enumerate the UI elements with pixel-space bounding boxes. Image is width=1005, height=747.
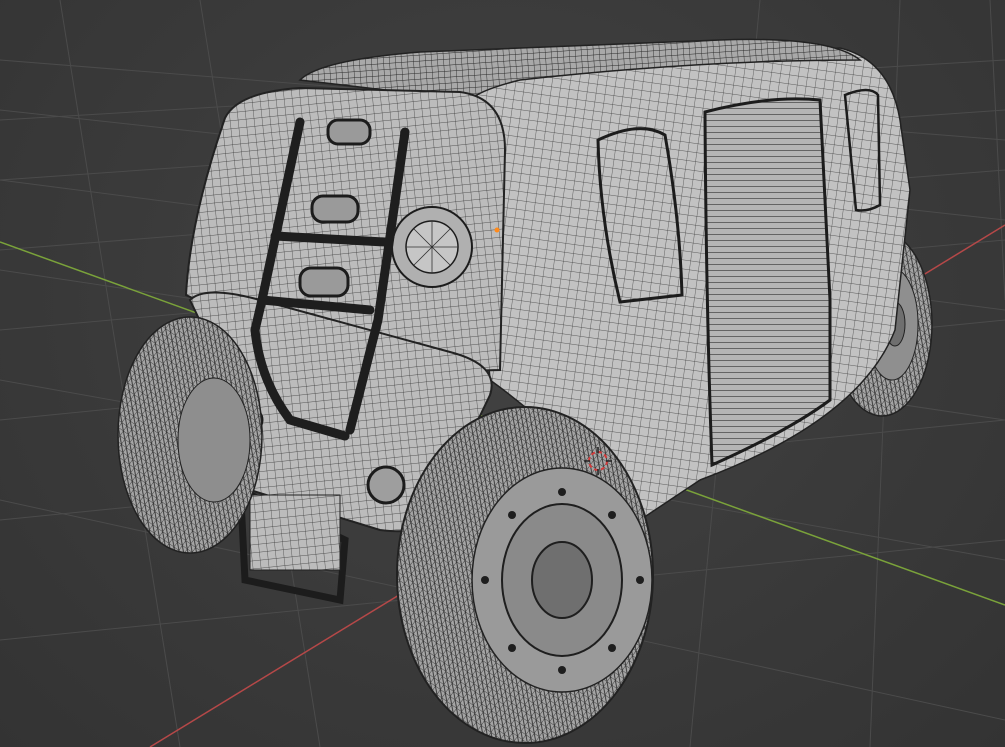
- spare-cap: [391, 206, 473, 288]
- 3d-viewport[interactable]: [0, 0, 1005, 747]
- selected-vertex-marker: [494, 227, 500, 233]
- front-right-wheel: [396, 406, 654, 744]
- rear-left-wheel: [117, 316, 263, 554]
- viewport-canvas[interactable]: [0, 0, 1005, 747]
- roller-shutter: [703, 97, 832, 468]
